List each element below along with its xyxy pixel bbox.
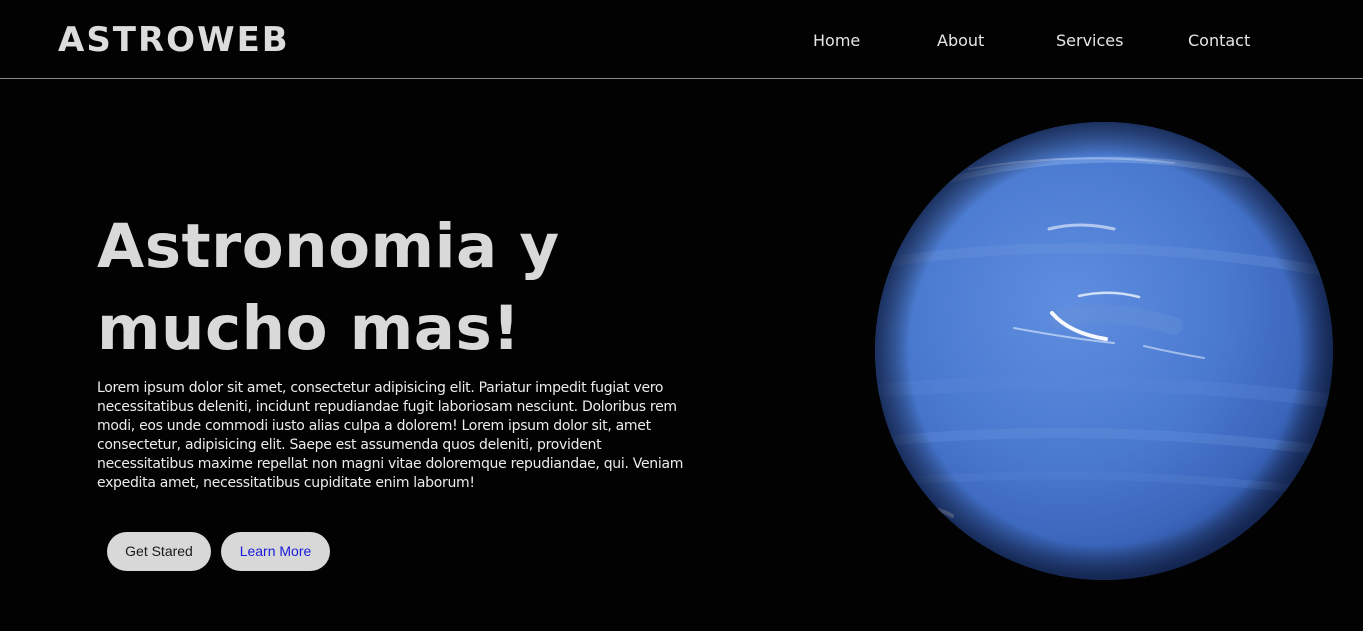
nav-services[interactable]: Services [1056,30,1123,52]
hero-title-line-1: Astronomia y [97,211,560,282]
navbar: ASTROWEB Home About Services Contact [0,0,1363,79]
nav-about[interactable]: About [937,30,984,52]
learn-more-button[interactable]: Learn More [221,532,330,571]
hero-title: Astronomia y mucho mas! [97,206,657,370]
nav-home[interactable]: Home [813,30,860,52]
nav-contact[interactable]: Contact [1188,30,1250,52]
nav-links: Home About Services Contact [0,30,1363,52]
planet-neptune-image [875,122,1333,580]
get-started-button[interactable]: Get Stared [107,532,211,571]
hero-title-line-2: mucho mas! [97,293,521,364]
hero-description: Lorem ipsum dolor sit amet, consectetur … [97,380,684,491]
